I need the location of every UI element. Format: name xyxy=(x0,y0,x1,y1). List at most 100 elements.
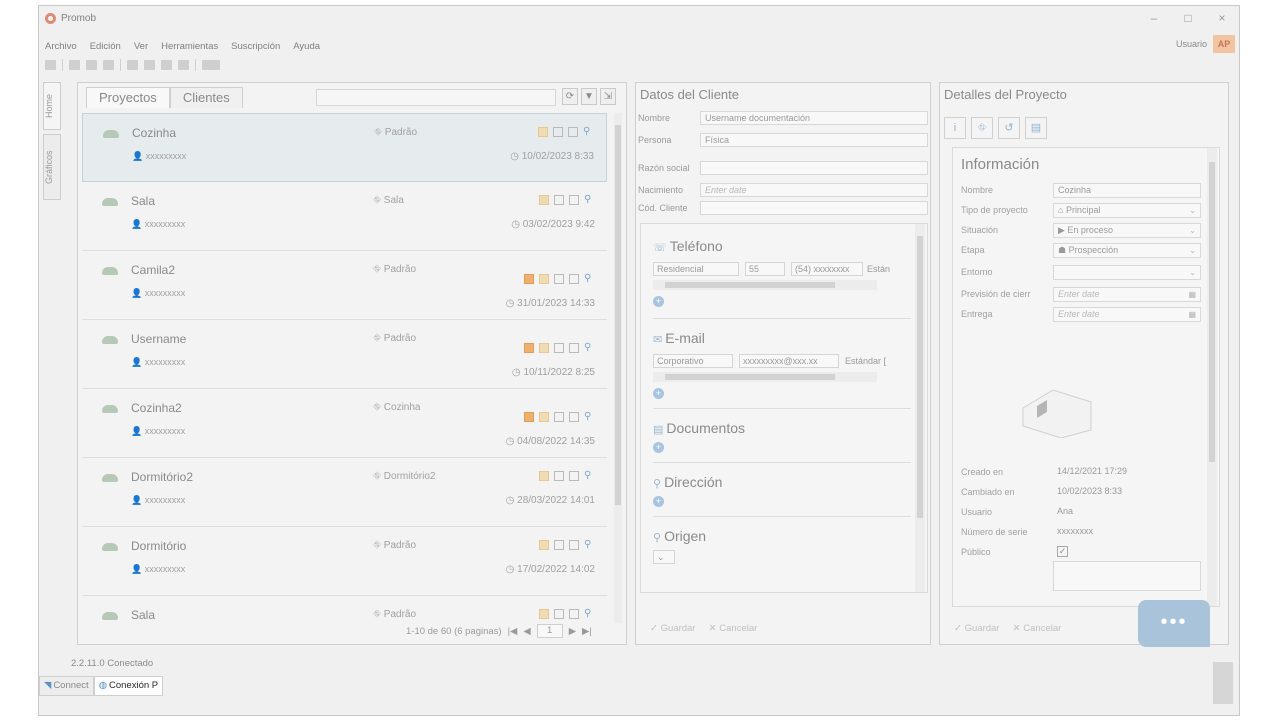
telefono-hscroll[interactable] xyxy=(653,280,877,290)
print-icon[interactable] xyxy=(69,60,80,70)
folder-icon[interactable] xyxy=(539,540,549,550)
info-tab-icon[interactable]: i xyxy=(944,117,966,139)
network-icon[interactable]: ⚲ xyxy=(584,274,595,284)
list-item[interactable]: Dormitório 👤 xxxxxxxxx ⛗ Padrão ⚲ ◷ 17/0… xyxy=(82,527,607,596)
undo-icon[interactable] xyxy=(86,60,97,70)
nombre-field[interactable]: Username documentación xyxy=(700,111,928,125)
notes-tab-icon[interactable]: ▤ xyxy=(1025,117,1047,139)
redo-icon[interactable] xyxy=(103,60,114,70)
folder-icon[interactable] xyxy=(539,195,549,205)
menu-ayuda[interactable]: Ayuda xyxy=(293,41,320,52)
email-hscroll[interactable] xyxy=(653,372,877,382)
client-save-button[interactable]: ✓ Guardar xyxy=(650,623,695,634)
copy-icon[interactable] xyxy=(553,127,563,137)
person-icon[interactable] xyxy=(524,343,534,353)
network-icon[interactable]: ⚲ xyxy=(583,127,594,137)
email-address-input[interactable]: xxxxxxxxx@xxx.xx xyxy=(739,354,839,368)
copy-icon[interactable] xyxy=(554,274,564,284)
delete-icon[interactable] xyxy=(178,60,189,70)
maximize-button[interactable]: □ xyxy=(1171,6,1205,30)
details-save-button[interactable]: ✓ Guardar xyxy=(954,623,999,634)
refresh-icon[interactable]: ⟳ xyxy=(562,88,578,105)
scrollbar-thumb[interactable] xyxy=(1209,162,1215,462)
prev-page-icon[interactable]: ◀ xyxy=(523,626,530,637)
scrollbar-thumb[interactable] xyxy=(615,125,621,505)
close-button[interactable]: × xyxy=(1205,6,1239,30)
nombre-field[interactable]: Cozinha xyxy=(1053,182,1201,198)
open-icon[interactable] xyxy=(569,471,579,481)
nacimiento-field[interactable]: Enter date xyxy=(700,183,928,197)
open-icon[interactable] xyxy=(569,609,579,619)
minimize-button[interactable]: – xyxy=(1137,6,1171,30)
entrega-date-field[interactable]: Enter date ▦ xyxy=(1053,306,1201,322)
cod-field[interactable] xyxy=(700,201,928,215)
network-icon[interactable]: ⚲ xyxy=(584,471,595,481)
client-cancel-button[interactable]: ✕ Cancelar xyxy=(709,623,758,634)
razon-field[interactable] xyxy=(700,161,928,175)
folder-icon[interactable] xyxy=(539,274,549,284)
tab-conexion[interactable]: ◍ Conexión P xyxy=(93,676,164,696)
copy-icon[interactable] xyxy=(554,540,564,550)
network-icon[interactable]: ⚲ xyxy=(584,609,595,619)
copy-icon[interactable] xyxy=(554,609,564,619)
list-item[interactable]: Cozinha2 👤 xxxxxxxxx ⛗ Cozinha ⚲ ◷ 04/08… xyxy=(82,389,607,458)
etapa-select[interactable]: ☗ Prospección ⌄ xyxy=(1053,242,1201,258)
chat-button[interactable]: ••• xyxy=(1138,600,1210,647)
folder-icon[interactable] xyxy=(539,343,549,353)
export-icon[interactable]: ⇲ xyxy=(600,88,616,105)
scrollbar-thumb[interactable] xyxy=(917,236,923,518)
layout-dropdown-icon[interactable] xyxy=(202,60,220,70)
tab-clientes[interactable]: Clientes xyxy=(169,87,243,108)
paste-icon[interactable] xyxy=(161,60,172,70)
folder-icon[interactable] xyxy=(538,127,548,137)
list-item[interactable]: Cozinha 👤 xxxxxxxxx ⛗ Padrão ⚲ ◷ 10/02/2… xyxy=(82,113,607,182)
lock-icon[interactable] xyxy=(1213,662,1233,704)
list-item[interactable]: Camila2 👤 xxxxxxxxx ⛗ Padrão ⚲ ◷ 31/01/2… xyxy=(82,251,607,320)
add-documento-icon[interactable]: + xyxy=(653,442,664,453)
publico-checkbox[interactable]: ✓ xyxy=(1057,545,1068,557)
open-icon[interactable] xyxy=(569,540,579,550)
persona-select[interactable]: Física xyxy=(700,133,928,147)
cut-icon[interactable] xyxy=(127,60,138,70)
telefono-code-select[interactable]: 55 xyxy=(745,262,785,276)
network-icon[interactable]: ⚲ xyxy=(584,412,595,422)
scrollbar-thumb[interactable] xyxy=(665,374,835,380)
filter-icon[interactable]: ▼ xyxy=(581,88,597,105)
save-icon[interactable] xyxy=(45,60,56,70)
prevision-date-field[interactable]: Enter date ▦ xyxy=(1053,286,1201,302)
network-icon[interactable]: ⚲ xyxy=(584,343,595,353)
network-icon[interactable]: ⚲ xyxy=(584,540,595,550)
tab-connect[interactable]: ◥ Connect xyxy=(39,676,94,696)
add-email-icon[interactable]: + xyxy=(653,388,664,399)
folder-icon[interactable] xyxy=(539,471,549,481)
calendar-icon[interactable]: ▦ xyxy=(1188,288,1196,301)
menu-herramientas[interactable]: Herramientas xyxy=(161,41,218,52)
copy-icon[interactable] xyxy=(554,195,564,205)
menu-edicion[interactable]: Edición xyxy=(90,41,121,52)
copy-icon[interactable] xyxy=(554,343,564,353)
email-type-select[interactable]: Corporativo xyxy=(653,354,733,368)
search-input[interactable] xyxy=(316,89,556,106)
copy-icon[interactable] xyxy=(554,471,564,481)
details-scrollbar[interactable] xyxy=(1207,148,1217,606)
add-direccion-icon[interactable]: + xyxy=(653,496,664,507)
open-icon[interactable] xyxy=(569,195,579,205)
tab-proyectos[interactable]: Proyectos xyxy=(86,87,170,108)
history-tab-icon[interactable]: ↺ xyxy=(998,117,1020,139)
folder-icon[interactable] xyxy=(539,609,549,619)
situacion-select[interactable]: ▶ En proceso ⌄ xyxy=(1053,222,1201,238)
scrollbar-thumb[interactable] xyxy=(665,282,835,288)
list-item[interactable]: Sala 👤 xxxxxxxxx ⛗ Sala ⚲ ◷ 03/02/2023 9… xyxy=(82,182,607,251)
structure-tab-icon[interactable]: ⛗ xyxy=(971,117,993,139)
network-icon[interactable]: ⚲ xyxy=(584,195,595,205)
open-icon[interactable] xyxy=(569,343,579,353)
add-telefono-icon[interactable]: + xyxy=(653,296,664,307)
user-label[interactable]: Usuario xyxy=(1176,39,1207,49)
tab-home[interactable]: Home xyxy=(43,82,61,130)
observaciones-field[interactable] xyxy=(1053,561,1201,591)
details-cancel-button[interactable]: ✕ Cancelar xyxy=(1013,623,1062,634)
copy-icon[interactable] xyxy=(554,412,564,422)
calendar-icon[interactable]: ▦ xyxy=(1188,308,1196,321)
person-icon[interactable] xyxy=(524,274,534,284)
entorno-select[interactable]: ⌄ xyxy=(1053,264,1201,280)
